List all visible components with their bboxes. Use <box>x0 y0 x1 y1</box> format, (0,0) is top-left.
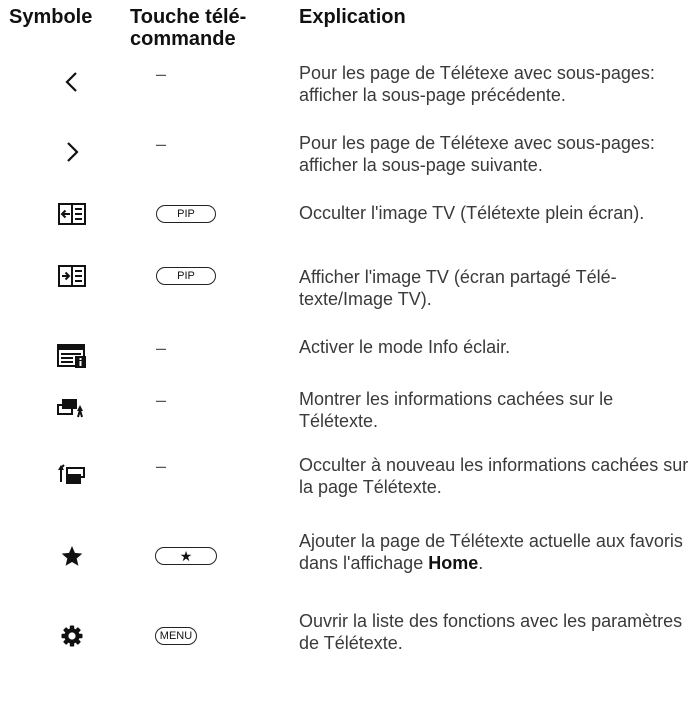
header-remote-key-line2: commande <box>130 28 236 50</box>
favorite-button: ★ <box>150 536 222 576</box>
row-explanation-text: Ajouter la page de Télétexte actuelle au… <box>299 531 683 573</box>
row-explanation: Montrer les informations cachées sur le … <box>299 389 614 431</box>
hide-tv-image-icon <box>50 194 94 234</box>
pip-button-label: PIP <box>156 267 216 285</box>
row-explanation: Activer le mode Info éclair. <box>299 337 511 357</box>
pip-button-label: PIP <box>156 205 216 223</box>
remote-key-none: – <box>156 456 167 476</box>
header-explanation: Explication <box>299 6 406 28</box>
remote-key-none: – <box>156 134 167 154</box>
row-explanation: Pour les page de Télétexe avec sous-page… <box>299 133 655 175</box>
home-label: Home <box>428 553 479 573</box>
show-tv-image-icon <box>50 256 94 296</box>
pip-button: PIP <box>150 256 222 296</box>
row-explanation: Pour les page de Télétexe avec sous-page… <box>299 63 655 105</box>
pip-button: PIP <box>150 194 222 234</box>
chevron-right-icon <box>50 132 94 172</box>
row-explanation-end: . <box>478 553 484 573</box>
row-explanation: Occulter l'image TV (Télétexte plein écr… <box>299 203 645 223</box>
menu-button-label: MENU <box>154 627 198 645</box>
star-icon <box>50 536 94 576</box>
reveal-hidden-icon <box>50 388 94 428</box>
gear-icon <box>50 616 94 656</box>
header-symbol: Symbole <box>9 6 93 28</box>
conceal-hidden-icon <box>50 454 94 494</box>
row-explanation: Occulter à nouveau les informations cach… <box>299 455 689 497</box>
header-remote-key: Touche télé- commande <box>130 6 280 50</box>
remote-key-none: – <box>156 338 167 358</box>
favorite-button-label: ★ <box>154 547 218 565</box>
row-explanation: Ajouter la page de Télétexte actuelle au… <box>299 530 691 574</box>
remote-key-none: – <box>156 64 167 84</box>
chevron-left-icon <box>50 62 94 102</box>
info-flash-icon <box>50 336 94 376</box>
row-explanation: Afficher l'image TV (écran partagé Télé-… <box>299 267 617 309</box>
row-explanation: Ouvrir la liste des fonctions avec les p… <box>299 611 683 653</box>
menu-button: MENU <box>140 616 212 656</box>
remote-key-none: – <box>156 390 167 410</box>
header-remote-key-line1: Touche télé- <box>130 6 247 28</box>
